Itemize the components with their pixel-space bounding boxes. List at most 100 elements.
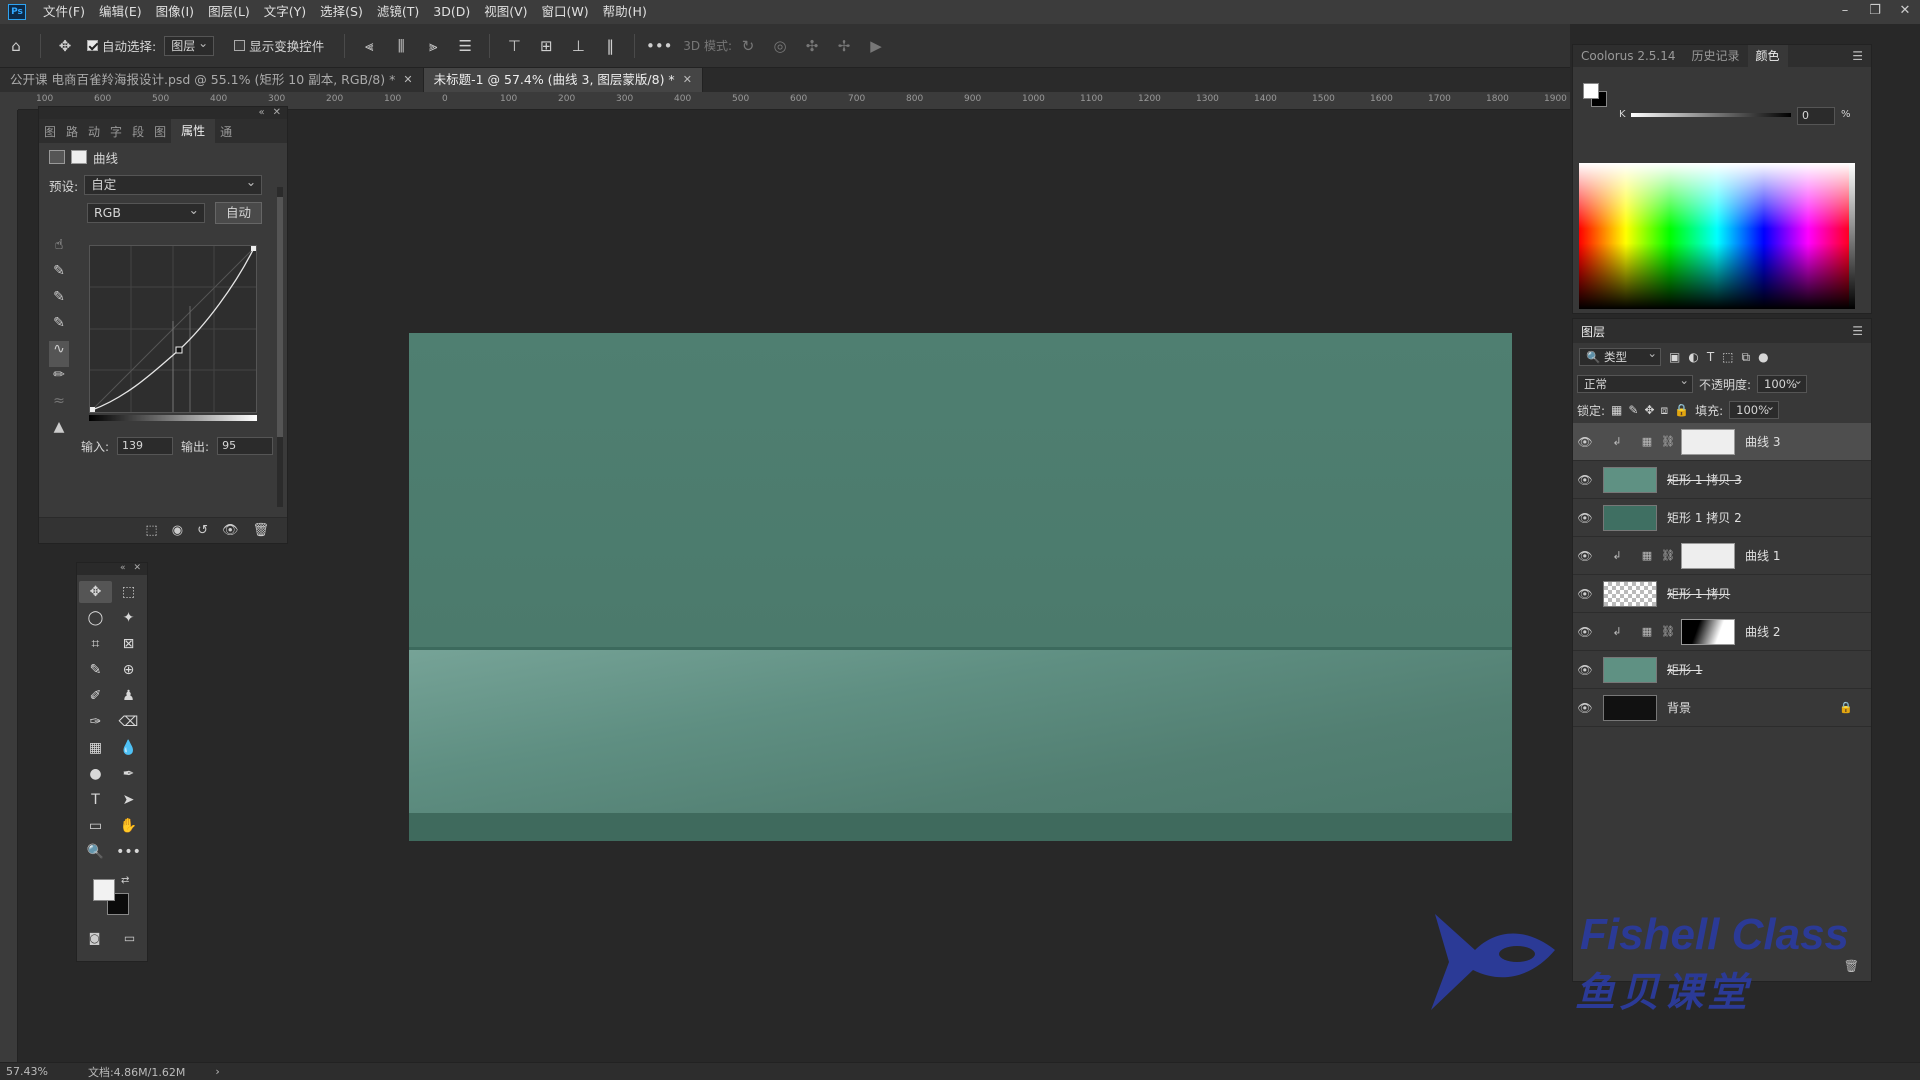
swap-colors-icon[interactable]: ⇄	[121, 875, 129, 886]
properties-tab[interactable]: 字	[105, 123, 127, 140]
eraser-tool-icon[interactable]: ⌫	[112, 711, 145, 733]
menu-item[interactable]: 文件(F)	[36, 0, 92, 24]
layer-name[interactable]: 矩形 1	[1667, 661, 1702, 678]
stamp-tool-icon[interactable]: ♟	[112, 685, 145, 707]
distribute-icon[interactable]: ☰	[453, 34, 477, 58]
brush-tool-icon[interactable]: ✐	[79, 685, 112, 707]
tab-history[interactable]: 历史记录	[1684, 45, 1748, 67]
path-select-tool-icon[interactable]: ➤	[112, 789, 145, 811]
clipping-warning-icon[interactable]: ▲	[49, 419, 69, 445]
layer-thumbnail[interactable]	[1603, 656, 1657, 683]
layer-name[interactable]: 矩形 1 拷贝	[1667, 585, 1730, 602]
filter-toggle-icon[interactable]: ●	[1758, 350, 1768, 364]
align-right-icon[interactable]: ⫸	[421, 34, 445, 58]
lock-transparent-icon[interactable]: ▦	[1611, 403, 1622, 417]
channel-dropdown[interactable]: RGB	[87, 201, 205, 223]
layer-row[interactable]: 👁 矩形 1 拷贝 3	[1573, 461, 1871, 499]
delete-icon[interactable]: 🗑	[252, 523, 269, 538]
type-filter-icon[interactable]: T	[1707, 350, 1714, 364]
menu-item[interactable]: 图像(I)	[149, 0, 201, 24]
visibility-eye-icon[interactable]: 👁	[1573, 625, 1597, 639]
crop-tool-icon[interactable]: ⌗	[79, 633, 112, 655]
panel-menu-icon[interactable]: ☰	[1852, 49, 1863, 63]
3d-roll-icon[interactable]: ◎	[768, 34, 792, 58]
layer-name[interactable]: 矩形 1 拷贝 2	[1667, 509, 1742, 526]
align-top-icon[interactable]: ⊤	[502, 34, 526, 58]
filter-dropdown[interactable]: 🔍 类型	[1579, 345, 1661, 366]
fill-field[interactable]: 100%	[1729, 398, 1780, 419]
color-spectrum[interactable]	[1579, 163, 1855, 309]
layer-mask-thumbnail[interactable]	[1681, 618, 1735, 645]
curve-edit-icon[interactable]: ∿	[49, 341, 69, 367]
frame-tool-icon[interactable]: ⊠	[112, 633, 145, 655]
menu-item[interactable]: 图层(L)	[201, 0, 257, 24]
3d-orbit-icon[interactable]: ↻	[736, 34, 760, 58]
properties-tab[interactable]: 属性	[171, 119, 216, 143]
link-chain-icon[interactable]: ⛓	[1661, 435, 1675, 448]
chevron-right-icon[interactable]: ›	[215, 1065, 219, 1078]
magic-wand-tool-icon[interactable]: ✦	[112, 607, 145, 629]
lock-all-icon[interactable]: 🔒	[1674, 403, 1689, 417]
properties-scrollbar[interactable]	[277, 187, 283, 507]
visibility-eye-icon[interactable]: 👁	[1573, 511, 1597, 525]
3d-pan-icon[interactable]: ✣	[800, 34, 824, 58]
link-chain-icon[interactable]: ⛓	[1661, 549, 1675, 562]
adjustment-filter-icon[interactable]: ◐	[1688, 350, 1698, 364]
quick-mask-icon[interactable]: ◙	[89, 931, 101, 945]
curve-graph[interactable]	[89, 245, 257, 413]
visibility-eye-icon[interactable]: 👁	[1573, 549, 1597, 563]
checkbox-icon[interactable]	[234, 40, 246, 51]
tab-document-2[interactable]: 未标题-1 @ 57.4% (曲线 3, 图层蒙版/8) * ✕	[423, 68, 703, 92]
panel-menu-icon[interactable]: ☰	[1852, 324, 1863, 338]
mask-icon[interactable]	[71, 150, 87, 164]
dodge-tool-icon[interactable]: ●	[79, 763, 112, 785]
properties-tab[interactable]: 图	[149, 123, 171, 140]
collapse-icon[interactable]: «	[120, 563, 126, 575]
menu-item[interactable]: 帮助(H)	[596, 0, 654, 24]
layer-row[interactable]: 👁 矩形 1 拷贝	[1573, 575, 1871, 613]
eyedropper-tool-icon[interactable]: ✎	[79, 659, 112, 681]
pixel-filter-icon[interactable]: ▣	[1669, 350, 1680, 364]
zoom-tool-icon[interactable]: 🔍	[79, 841, 112, 863]
show-transform-checkbox[interactable]: 显示变换控件	[234, 36, 324, 55]
hand-tool-icon[interactable]: ✋	[112, 815, 145, 837]
opacity-field[interactable]: 100%	[1757, 372, 1808, 393]
layer-mask-thumbnail[interactable]	[1681, 428, 1735, 455]
distribute-vertical-icon[interactable]: ‖	[598, 34, 622, 58]
visibility-icon[interactable]: 👁	[222, 523, 239, 538]
layer-name[interactable]: 矩形 1 拷贝 3	[1667, 471, 1742, 488]
lasso-tool-icon[interactable]: ◯	[79, 607, 112, 629]
layer-mask-thumbnail[interactable]	[1681, 542, 1735, 569]
lock-artboard-icon[interactable]: ⧈	[1661, 403, 1669, 418]
checkbox-icon[interactable]	[87, 40, 98, 51]
layer-name[interactable]: 曲线 3	[1745, 433, 1780, 450]
properties-tab[interactable]: 段	[127, 123, 149, 140]
reset-icon[interactable]: ↺	[197, 523, 208, 538]
more-icon[interactable]: •••	[646, 34, 673, 58]
close-icon[interactable]: ✕	[133, 563, 141, 575]
black-point-eyedropper-icon[interactable]: ✎	[49, 263, 69, 289]
visibility-eye-icon[interactable]: 👁	[1573, 663, 1597, 677]
smooth-icon[interactable]: ≈	[49, 393, 69, 419]
properties-tab[interactable]: 动	[83, 123, 105, 140]
align-center-icon[interactable]: ⫼	[389, 34, 413, 58]
screen-mode-icon[interactable]: ▭	[124, 931, 135, 945]
menu-item[interactable]: 窗口(W)	[535, 0, 596, 24]
output-field[interactable]: 95	[217, 437, 274, 455]
target-adjust-icon[interactable]: ☝	[49, 237, 69, 263]
align-left-icon[interactable]: ⫷	[357, 34, 381, 58]
collapse-icon[interactable]: «	[258, 107, 264, 119]
layer-row[interactable]: 👁 矩形 1	[1573, 651, 1871, 689]
layer-thumbnail[interactable]	[1603, 466, 1657, 493]
close-icon[interactable]: ✕	[1890, 0, 1920, 24]
k-value-field[interactable]: 0	[1797, 107, 1835, 125]
link-chain-icon[interactable]: ⛓	[1661, 625, 1675, 638]
layer-row[interactable]: 👁 ↲ ▦ ⛓ 曲线 2	[1573, 613, 1871, 651]
curves-adjustment-icon[interactable]	[49, 150, 65, 164]
layer-row[interactable]: 👁 背景 🔒	[1573, 689, 1871, 727]
auto-select-checkbox[interactable]: 自动选择:	[87, 36, 156, 55]
view-previous-icon[interactable]: ◉	[172, 523, 183, 538]
home-icon[interactable]: ⌂	[4, 34, 28, 58]
white-point-eyedropper-icon[interactable]: ✎	[49, 315, 69, 341]
fg-swatch[interactable]	[1583, 83, 1599, 99]
